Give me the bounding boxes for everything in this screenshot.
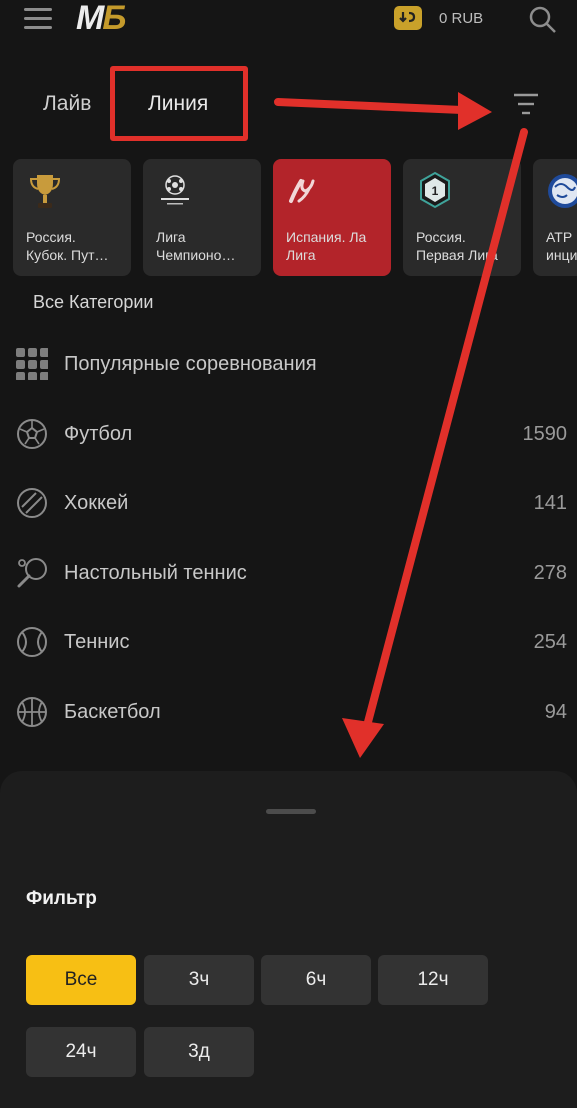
sport-row-table-tennis[interactable]: Настольный теннис 278 [0,551,577,595]
hockey-puck-icon [16,487,48,519]
sport-name: Настольный теннис [64,562,247,584]
logo-m: M [76,0,104,37]
filter-chip-24h[interactable]: 24ч [26,1027,136,1077]
sport-name: Теннис [64,631,130,653]
laliga-icon [285,171,325,211]
filter-icon[interactable] [512,92,540,116]
league-card-label: ATP инци [546,229,577,263]
sport-row-football[interactable]: Футбол 1590 [0,412,577,456]
svg-text:1: 1 [432,184,439,198]
search-icon[interactable] [527,4,557,34]
balance-text[interactable]: 0 RUB [439,10,483,27]
league-card-russia-cup[interactable]: Россия. Кубок. Пут… [13,159,131,276]
sport-count: 94 [544,701,567,723]
table-tennis-icon [16,557,48,589]
tab-live[interactable]: Лайв [43,92,91,116]
tennis-ball-icon [16,626,48,658]
annotation-highlight-box [110,66,248,141]
league-card-label: Лига Чемпионо… [156,229,236,263]
sport-name: Популярные соревнования [64,353,317,375]
filter-chip-all[interactable]: Все [26,955,136,1005]
menu-icon[interactable] [24,8,52,30]
sport-row-popular[interactable]: Популярные соревнования [0,342,577,386]
filter-chip-12h[interactable]: 12ч [378,955,488,1005]
grid-icon [16,348,49,381]
sport-name: Хоккей [64,492,129,514]
filter-chip-3h[interactable]: 3ч [144,955,254,1005]
trophy-icon [25,171,65,211]
league-card-atp[interactable]: ATP инци [533,159,577,276]
atp-globe-icon [545,171,577,211]
annotation-arrowhead-right [458,92,492,130]
sheet-drag-handle[interactable] [266,809,316,814]
sport-row-hockey[interactable]: Хоккей 141 [0,481,577,525]
filter-chip-3d[interactable]: 3д [144,1027,254,1077]
league-card-label: Россия. Первая Лига [416,229,498,263]
league-card-label: Россия. Кубок. Пут… [26,229,109,263]
champions-league-icon [155,171,195,211]
sport-name: Баскетбол [64,701,161,723]
league-card-first-league[interactable]: 1 Россия. Первая Лига [403,159,521,276]
first-league-icon: 1 [415,171,455,211]
sport-count: 1590 [522,423,568,445]
league-card-label: Испания. Ла Лига [286,229,367,263]
wallet-icon[interactable] [394,6,422,30]
football-icon [16,418,48,450]
sport-count: 254 [533,631,567,653]
filter-chip-6h[interactable]: 6ч [261,955,371,1005]
basketball-icon [16,696,48,728]
sport-name: Футбол [64,423,133,445]
league-card-champions-league[interactable]: Лига Чемпионо… [143,159,261,276]
sport-row-tennis[interactable]: Теннис 254 [0,620,577,664]
sport-row-basketball[interactable]: Баскетбол 94 [0,690,577,734]
all-categories-link[interactable]: Все Категории [33,292,153,313]
league-card-laliga[interactable]: Испания. Ла Лига [273,159,391,276]
logo[interactable]: MБ [76,0,126,38]
sport-count: 141 [533,492,567,514]
annotation-arrow-right [274,98,466,114]
filter-title: Фильтр [26,888,97,909]
sport-count: 278 [533,562,567,584]
logo-b: Б [102,0,126,37]
